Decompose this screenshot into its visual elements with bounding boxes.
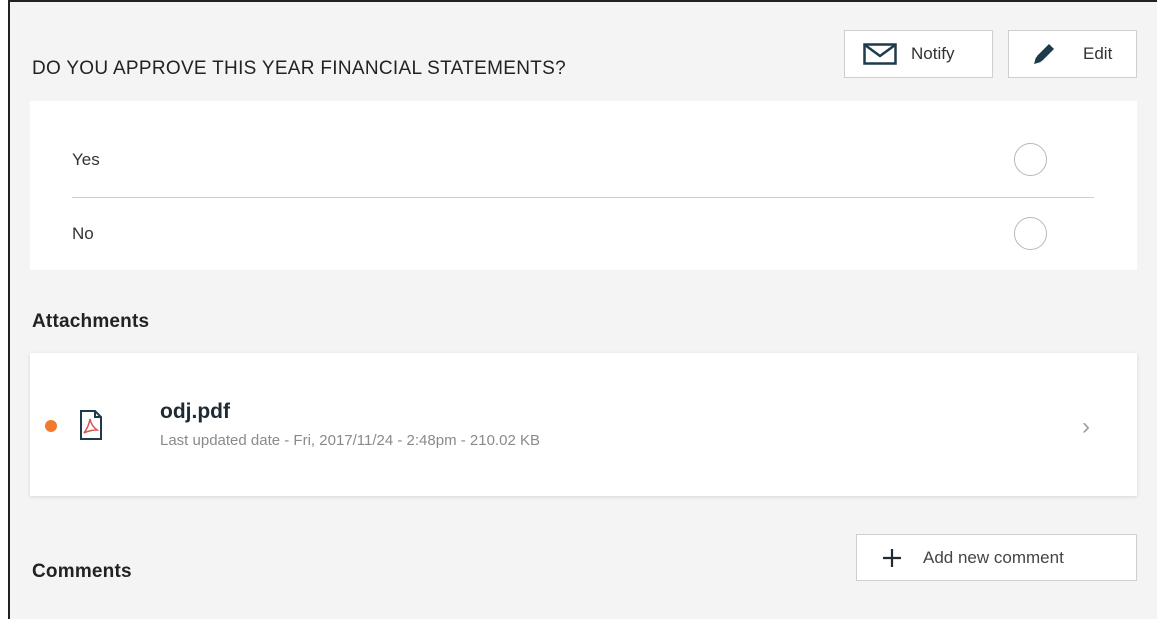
notify-label: Notify <box>911 44 955 63</box>
notify-button[interactable]: Notify <box>844 30 993 78</box>
chevron-right-icon: › <box>1082 413 1090 440</box>
file-name: odj.pdf <box>160 400 230 423</box>
edit-label: Edit <box>1083 44 1113 63</box>
envelope-icon <box>863 43 897 65</box>
file-meta: Last updated date - Fri, 2017/11/24 - 2:… <box>160 432 540 449</box>
radio-yes[interactable] <box>1014 143 1047 176</box>
comments-heading: Comments <box>32 561 132 582</box>
options-card: Yes No <box>30 101 1137 270</box>
question-title: DO YOU APPROVE THIS YEAR FINANCIAL STATE… <box>32 58 566 79</box>
plus-icon <box>883 548 901 567</box>
attachments-heading: Attachments <box>32 311 150 332</box>
add-comment-button[interactable]: Add new comment <box>856 534 1137 581</box>
option-label: Yes <box>72 149 100 169</box>
option-yes[interactable]: Yes <box>30 123 1137 196</box>
pdf-file-icon <box>80 410 102 440</box>
radio-no[interactable] <box>1014 217 1047 250</box>
attachment-item[interactable]: odj.pdf Last updated date - Fri, 2017/11… <box>30 353 1137 496</box>
poll-panel: DO YOU APPROVE THIS YEAR FINANCIAL STATE… <box>8 0 1157 619</box>
pencil-icon <box>1034 44 1054 64</box>
option-no[interactable]: No <box>30 197 1137 270</box>
option-label: No <box>72 223 94 243</box>
add-comment-label: Add new comment <box>923 547 1064 567</box>
edit-button[interactable]: Edit <box>1008 30 1137 78</box>
unread-status-dot <box>45 420 57 432</box>
